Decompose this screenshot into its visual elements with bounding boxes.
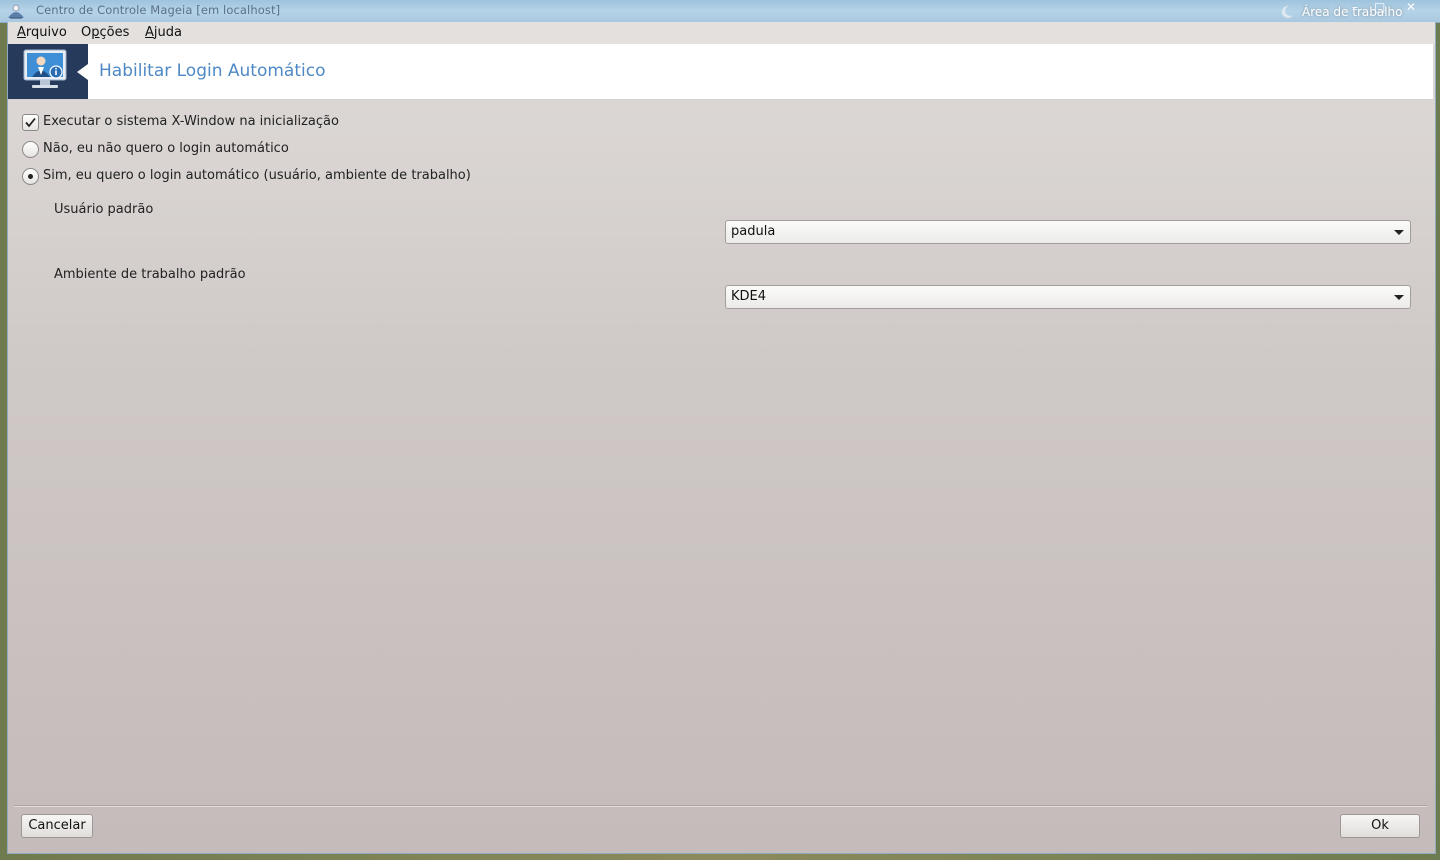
page-header: Habilitar Login Automático	[8, 44, 1433, 100]
app-window: Arquivo Opções Ajuda Habilitar Login Aut…	[7, 22, 1436, 854]
maximize-icon[interactable]: □	[1374, 0, 1385, 14]
default-desktop-combo[interactable]: KDE4	[725, 285, 1411, 309]
radio-button-selected[interactable]	[22, 168, 39, 185]
default-desktop-label: Ambiente de trabalho padrão	[54, 267, 246, 282]
menu-arquivo[interactable]: Arquivo	[17, 25, 67, 40]
default-user-value: padula	[731, 224, 776, 239]
dropdown-arrow-icon	[1394, 230, 1404, 235]
window-titlebar[interactable]: Centro de Controle Mageia [em localhost]…	[0, 0, 1440, 23]
yes-autologin-label: Sim, eu quero o login automático (usuári…	[43, 168, 471, 183]
no-autologin-radio[interactable]: Não, eu não quero o login automático	[22, 141, 312, 159]
header-notch	[77, 64, 88, 80]
no-autologin-label: Não, eu não quero o login automático	[43, 141, 289, 156]
minimize-icon[interactable]: –	[1352, 0, 1358, 14]
dropdown-arrow-icon	[1394, 295, 1404, 300]
user-monitor-icon	[23, 49, 67, 88]
menu-opcoes[interactable]: Opções	[81, 25, 129, 40]
default-user-combo[interactable]: padula	[725, 220, 1411, 244]
yes-autologin-radio[interactable]: Sim, eu quero o login automático (usuári…	[22, 168, 482, 186]
radio-button[interactable]	[22, 141, 39, 158]
checkmark-icon	[25, 117, 36, 128]
start-x-label: Executar o sistema X-Window na inicializ…	[43, 114, 339, 129]
checkbox-box[interactable]	[22, 114, 39, 131]
window-title: Centro de Controle Mageia [em localhost]	[36, 3, 281, 17]
menubar: Arquivo Opções Ajuda	[8, 22, 1435, 44]
default-desktop-value: KDE4	[731, 289, 767, 304]
ok-button[interactable]: Ok	[1340, 814, 1420, 838]
mageia-star-icon	[8, 4, 24, 19]
menu-ajuda[interactable]: Ajuda	[145, 25, 182, 40]
default-user-label: Usuário padrão	[54, 202, 154, 217]
close-icon[interactable]: ✕	[1406, 0, 1416, 14]
moon-icon	[1281, 5, 1293, 18]
bottom-separator	[14, 805, 1427, 807]
start-x-checkbox[interactable]: Executar o sistema X-Window na inicializ…	[22, 114, 352, 132]
header-icon-box	[8, 44, 88, 99]
radio-dot	[28, 174, 33, 179]
page-title: Habilitar Login Automático	[99, 61, 326, 81]
cancel-button[interactable]: Cancelar	[21, 814, 93, 838]
